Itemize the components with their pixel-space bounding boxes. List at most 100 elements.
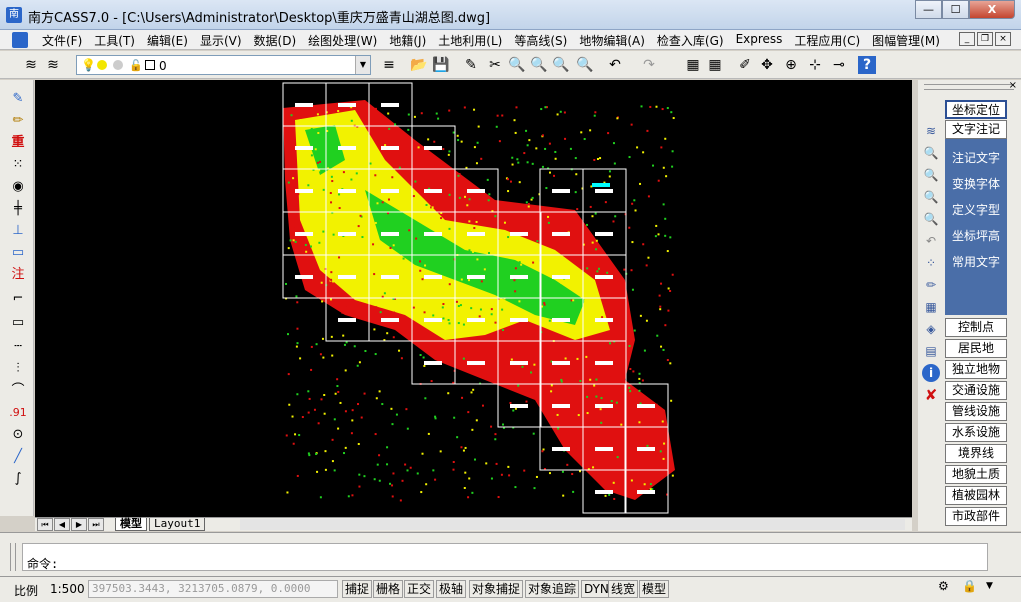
zoom-prev-icon[interactable]: 🔍	[922, 210, 940, 228]
undo-icon[interactable]: ↶	[606, 56, 624, 74]
polyline-icon[interactable]: ⌐	[9, 290, 27, 308]
pen-icon[interactable]: ✎	[9, 90, 27, 108]
panel-button-7[interactable]: 地貌土质	[945, 465, 1007, 484]
status-toggle-7[interactable]: 线宽	[608, 580, 639, 598]
edit-pen-icon[interactable]: ✐	[736, 56, 754, 74]
layers-icon[interactable]: ≋	[922, 122, 940, 140]
status-toggle-3[interactable]: 极轴	[436, 580, 467, 598]
linetype-icon[interactable]: ≡	[380, 56, 398, 74]
close-icon[interactable]: ×	[1009, 80, 1017, 91]
help-icon[interactable]: ?	[858, 56, 876, 74]
arc-icon[interactable]: ⌒	[9, 382, 27, 400]
menu-item-5[interactable]: 绘图处理(W)	[302, 32, 383, 49]
next-tab-icon[interactable]: ▶	[71, 518, 87, 531]
line-icon[interactable]: ╱	[9, 448, 27, 466]
panel-button-0[interactable]: 控制点	[945, 318, 1007, 337]
calculator-icon[interactable]: ▤	[922, 342, 940, 360]
annotate-icon[interactable]: 注	[9, 266, 27, 284]
prev-tab-icon[interactable]: ◀	[54, 518, 70, 531]
layer-select[interactable]: 💡 🔓 0 ▼	[76, 55, 371, 75]
menu-item-7[interactable]: 土地利用(L)	[432, 32, 508, 49]
zoom-previous-icon[interactable]: 🔍	[576, 56, 594, 74]
tab-model[interactable]: 模型	[115, 518, 147, 531]
submenu-item-define-style[interactable]: 定义字型	[945, 201, 1007, 218]
grid-icon[interactable]: ▦	[706, 56, 724, 74]
chevron-down-icon[interactable]: ▼	[355, 56, 370, 74]
menu-item-1[interactable]: 工具(T)	[88, 32, 141, 49]
menu-item-12[interactable]: 工程应用(C)	[788, 32, 866, 49]
dashed-line-icon[interactable]: ┄	[9, 338, 27, 356]
layer-manager-icon[interactable]: ≋	[22, 56, 40, 74]
text-annotation-button[interactable]: 文字注记	[945, 120, 1007, 139]
horizontal-scrollbar[interactable]	[240, 519, 905, 530]
status-toggle-2[interactable]: 正交	[404, 580, 435, 598]
chevron-down-icon[interactable]: ▼	[986, 581, 993, 591]
compass-icon[interactable]: ◈	[922, 320, 940, 338]
menu-item-13[interactable]: 图幅管理(M)	[866, 32, 946, 49]
panel-grip[interactable]	[924, 84, 1014, 90]
drawing-canvas[interactable]	[35, 80, 912, 517]
move-icon[interactable]: ✥	[758, 56, 776, 74]
panel-button-8[interactable]: 植被园林	[945, 486, 1007, 505]
curve-icon[interactable]: ∫	[9, 470, 27, 488]
coord-locate-button[interactable]: 坐标定位	[945, 100, 1007, 119]
rectangle-icon[interactable]: ▭	[9, 314, 27, 332]
points-icon[interactable]: ⁙	[9, 156, 27, 174]
panel-button-1[interactable]: 居民地	[945, 339, 1007, 358]
submenu-item-coord-elevation[interactable]: 坐标坪高	[945, 227, 1007, 244]
panel-button-9[interactable]: 市政部件	[945, 507, 1007, 526]
zoom-window-icon[interactable]: 🔍	[922, 166, 940, 184]
properties-icon[interactable]: ▦	[684, 56, 702, 74]
menu-item-4[interactable]: 数据(D)	[248, 32, 303, 49]
open-folder-icon[interactable]: 📂	[410, 56, 428, 74]
zoom-window-icon[interactable]: 🔍	[530, 56, 548, 74]
menu-item-3[interactable]: 显示(V)	[194, 32, 248, 49]
panel-button-2[interactable]: 独立地物	[945, 360, 1007, 379]
maximize-button[interactable]: ☐	[942, 0, 969, 19]
mdi-restore-button[interactable]: ❐	[977, 32, 993, 46]
menu-item-11[interactable]: Express	[730, 32, 789, 49]
status-toggle-4[interactable]: 对象捕捉	[469, 580, 524, 598]
panel-button-3[interactable]: 交通设施	[945, 381, 1007, 400]
document-icon[interactable]	[12, 32, 28, 48]
mdi-close-button[interactable]: ×	[995, 32, 1011, 46]
ticks-icon[interactable]: ⫶	[9, 360, 27, 378]
undo-view-icon[interactable]: ↶	[922, 232, 940, 250]
minimize-button[interactable]: —	[915, 0, 942, 19]
submenu-item-annotate-text[interactable]: 注记文字	[945, 149, 1007, 166]
status-toggle-5[interactable]: 对象追踪	[525, 580, 580, 598]
redo-icon[interactable]: ↷	[640, 56, 658, 74]
submenu-item-common-text[interactable]: 常用文字	[945, 253, 1007, 270]
extend-icon[interactable]: ⊸	[830, 56, 848, 74]
status-toggle-1[interactable]: 栅格	[373, 580, 404, 598]
app-icon[interactable]: 南	[6, 7, 22, 23]
layer-states-icon[interactable]: ≋	[44, 56, 62, 74]
elevation-icon[interactable]: ⊥	[9, 222, 27, 240]
trim-icon[interactable]: ⊹	[806, 56, 824, 74]
menu-item-10[interactable]: 检查入库(G)	[651, 32, 730, 49]
circle-icon[interactable]: ⊙	[9, 426, 27, 444]
status-toggle-8[interactable]: 模型	[639, 580, 670, 598]
zoom-extents-icon[interactable]: 🔍	[922, 188, 940, 206]
ladder-icon[interactable]: ╪	[9, 200, 27, 218]
first-tab-icon[interactable]: ⏮	[37, 518, 53, 531]
tray-settings-icon[interactable]: ⚙	[938, 579, 949, 593]
redraw-icon[interactable]: 重	[9, 134, 27, 152]
scale-value[interactable]: 1:500	[50, 582, 85, 596]
zoom-extents-icon[interactable]: 🔍	[552, 56, 570, 74]
network-icon[interactable]: ▦	[922, 298, 940, 316]
panel-button-6[interactable]: 境界线	[945, 444, 1007, 463]
zoom-realtime-icon[interactable]: 🔍	[508, 56, 526, 74]
pencil-icon[interactable]: ✎	[462, 56, 480, 74]
zoom-icon[interactable]: 🔍	[922, 144, 940, 162]
mdi-minimize-button[interactable]: _	[959, 32, 975, 46]
tab-layout1[interactable]: Layout1	[149, 518, 206, 531]
edit-icon[interactable]: ✏	[922, 276, 940, 294]
snap-icon[interactable]: ⊕	[782, 56, 800, 74]
erase-icon[interactable]: ✂	[486, 56, 504, 74]
lock-icon[interactable]: 🔒	[962, 579, 977, 593]
command-line[interactable]: 命令:	[22, 543, 988, 571]
nodes-icon[interactable]: ⁘	[922, 254, 940, 272]
panel-button-4[interactable]: 管线设施	[945, 402, 1007, 421]
camera-icon[interactable]: ◉	[9, 178, 27, 196]
